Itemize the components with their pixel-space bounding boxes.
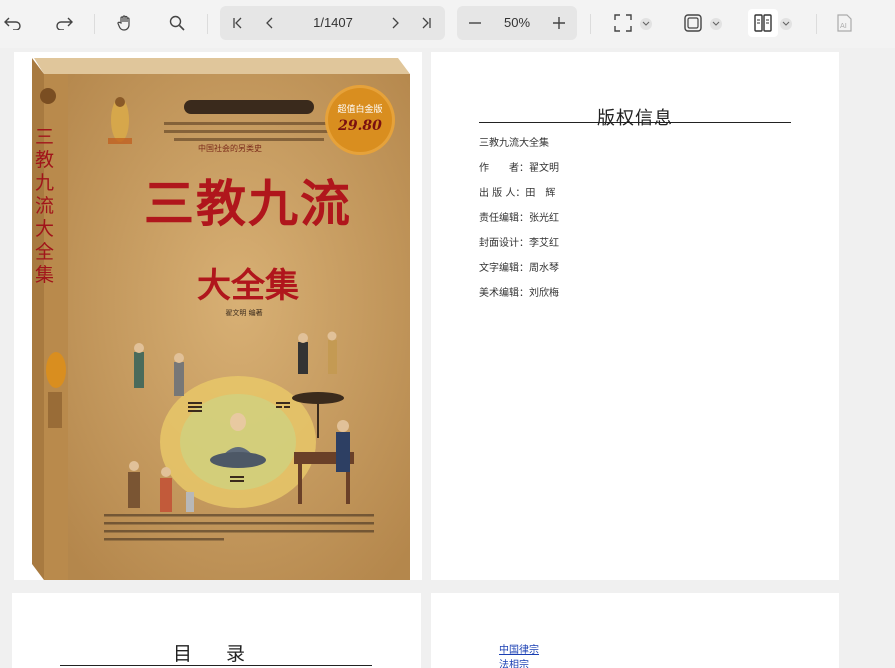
- copyright-line: 封面设计：李艾红: [479, 238, 559, 249]
- toolbar-divider: [590, 14, 591, 34]
- copyright-line: 美术编辑：刘欣梅: [479, 288, 559, 299]
- undo-icon: [4, 17, 21, 30]
- fit-width-icon: [684, 14, 702, 32]
- search-icon: [169, 15, 185, 31]
- toolbar: 1/1407 50% AI: [0, 0, 895, 48]
- cover-scene-illustration: [46, 331, 374, 541]
- undo-button[interactable]: [2, 8, 24, 38]
- page-copyright: 版权信息 三教九流大全集 作 者：翟文明 出 版 人：田 辉 责任编辑：张光红 …: [431, 52, 839, 580]
- copyright-line: 出 版 人：田 辉: [479, 188, 556, 199]
- zoom-out-icon: [469, 22, 481, 24]
- svg-text:AI: AI: [840, 22, 847, 30]
- layout-options-dropdown[interactable]: [710, 18, 722, 30]
- copyright-line: 文字编辑：周水琴: [479, 263, 559, 274]
- page-toc-links: 中国律宗 法相宗: [431, 593, 839, 668]
- zoom-level-input[interactable]: 50%: [492, 6, 542, 40]
- first-page-button[interactable]: [228, 8, 248, 38]
- heading-underline: [60, 665, 372, 666]
- fit-options-dropdown[interactable]: [640, 18, 652, 30]
- ai-icon: AI: [837, 14, 852, 32]
- last-page-icon: [422, 17, 431, 29]
- prev-page-button[interactable]: [260, 8, 280, 38]
- page-toc: 目 录: [12, 593, 421, 668]
- dual-page-icon: [754, 14, 772, 32]
- redo-button[interactable]: [53, 8, 75, 38]
- prev-page-icon: [266, 17, 273, 29]
- search-button[interactable]: [166, 8, 188, 38]
- next-page-button[interactable]: [385, 8, 405, 38]
- fit-page-button[interactable]: [612, 8, 634, 38]
- view-mode-dropdown[interactable]: [780, 18, 792, 30]
- toc-heading: 目 录: [172, 643, 260, 665]
- chevron-down-icon: [782, 21, 790, 26]
- next-page-icon: [392, 17, 399, 29]
- hand-icon: [117, 15, 130, 31]
- first-page-icon: [233, 17, 242, 29]
- ai-assistant-button[interactable]: AI: [834, 8, 854, 38]
- toc-link[interactable]: 法相宗: [499, 656, 529, 668]
- zoom-in-button[interactable]: [549, 8, 569, 38]
- copyright-line: 三教九流大全集: [479, 138, 549, 149]
- copyright-heading: 版权信息: [597, 108, 673, 129]
- chevron-down-icon: [642, 21, 650, 26]
- redo-icon: [56, 17, 73, 30]
- dual-page-button[interactable]: [748, 9, 778, 37]
- book-cover-image: 中国社会的另类史 超值白金版 29.80 三教九流大全集 三教九流 大全集 翟文…: [14, 52, 422, 580]
- toolbar-divider: [94, 14, 95, 34]
- fit-page-icon: [614, 14, 632, 32]
- zoom-out-button[interactable]: [465, 8, 485, 38]
- fit-width-button[interactable]: [682, 8, 704, 38]
- toolbar-divider: [816, 14, 817, 34]
- toolbar-divider: [207, 14, 208, 34]
- copyright-line: 作 者：翟文明: [479, 163, 559, 174]
- page-number-input[interactable]: 1/1407: [292, 6, 374, 40]
- heading-underline: [479, 122, 791, 123]
- copyright-line: 责任编辑：张光红: [479, 213, 559, 224]
- last-page-button[interactable]: [416, 8, 436, 38]
- zoom-in-icon: [553, 17, 565, 29]
- toc-link[interactable]: 中国律宗: [499, 641, 539, 656]
- hand-tool-button[interactable]: [114, 8, 136, 38]
- chevron-down-icon: [712, 21, 720, 26]
